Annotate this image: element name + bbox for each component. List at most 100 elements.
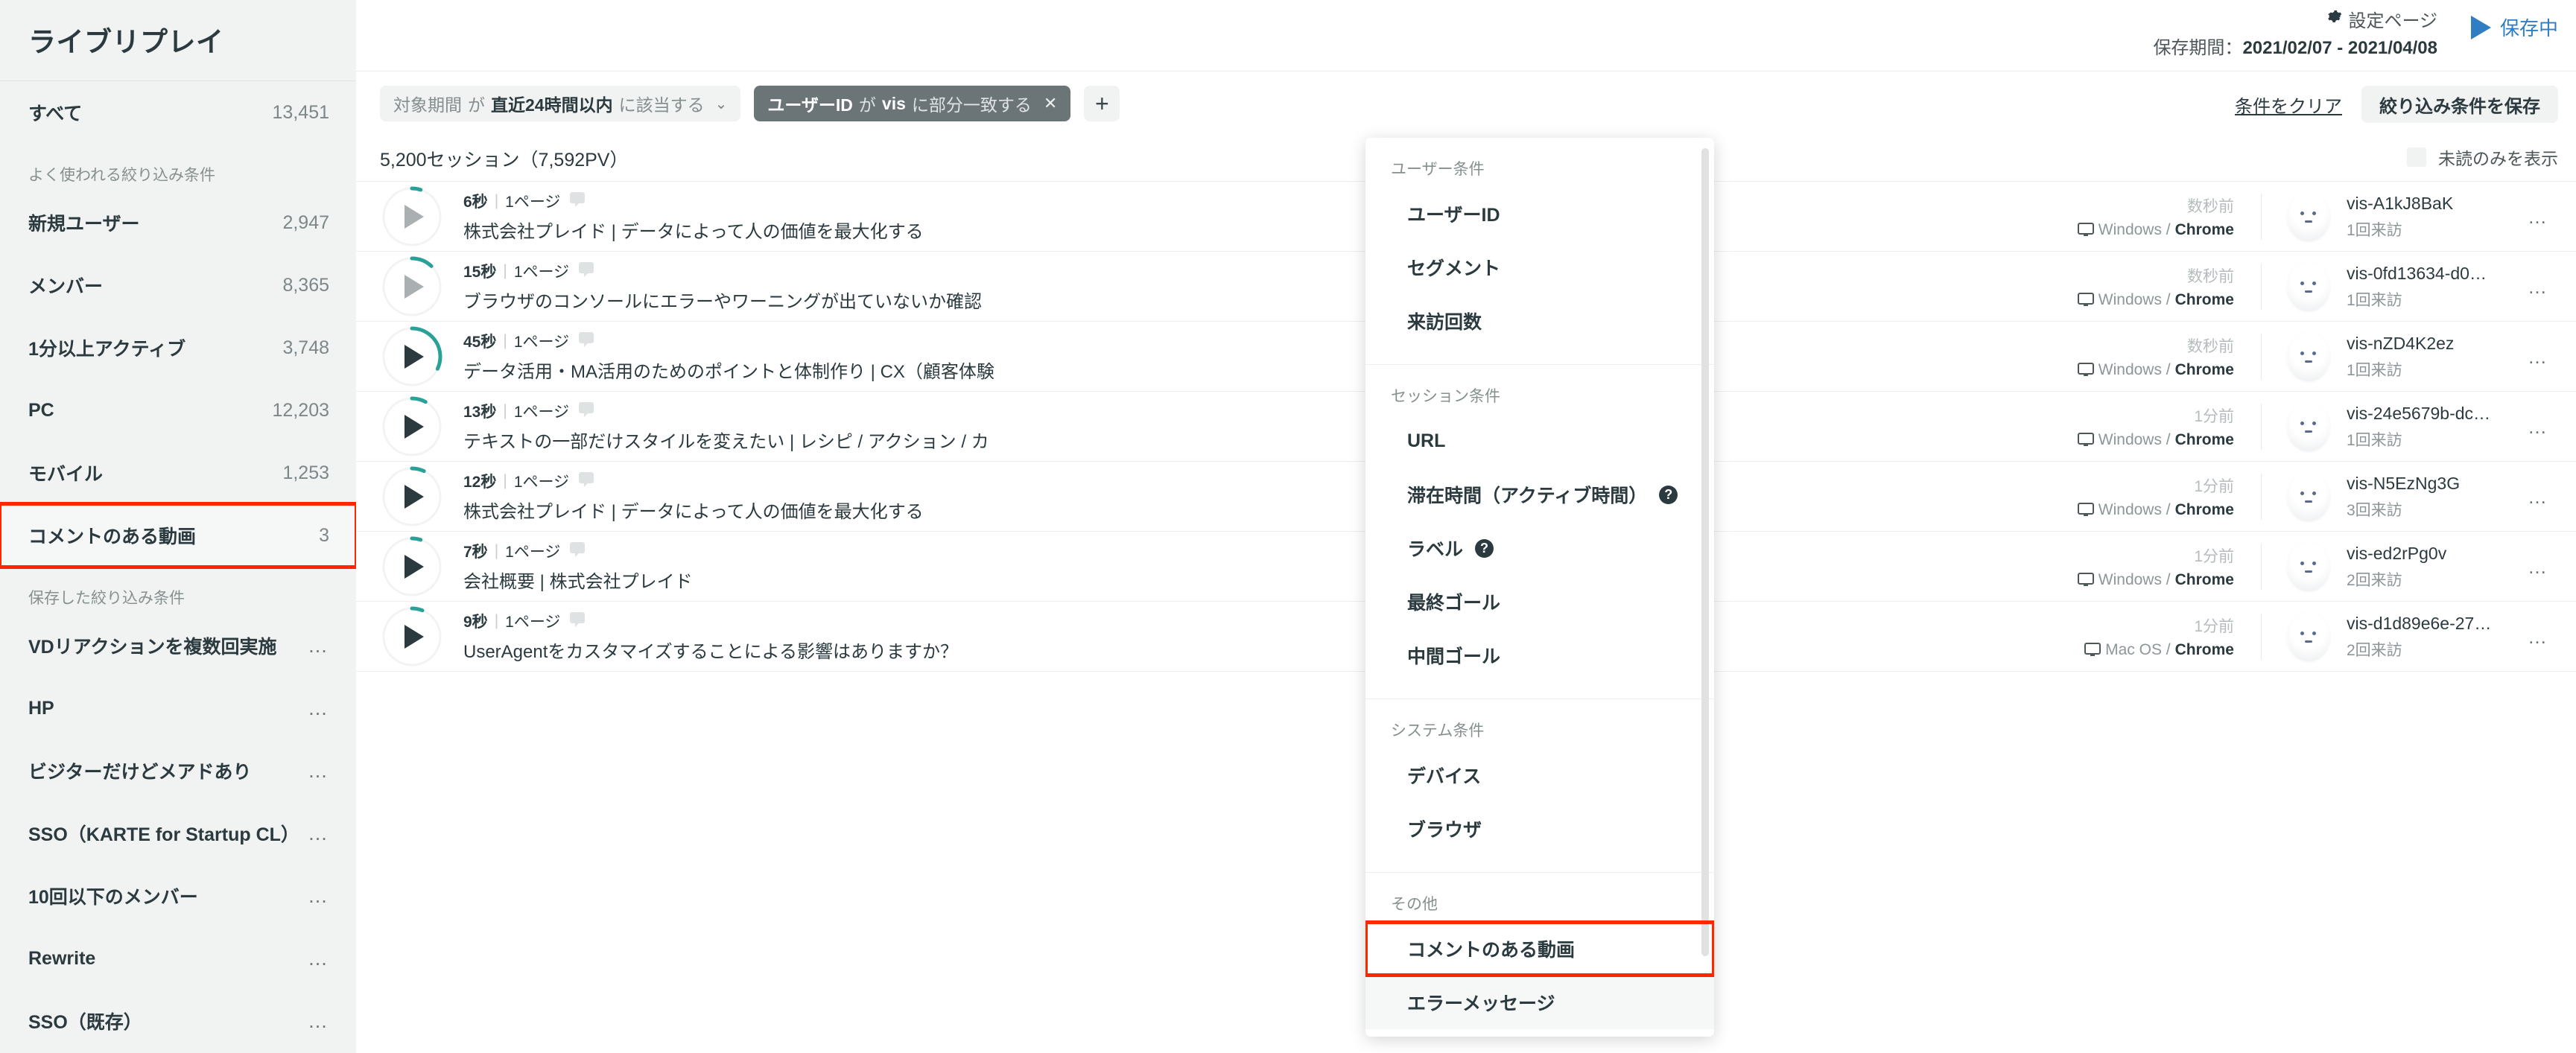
sidebar-item-label: メンバー [28,276,104,297]
row-overflow-menu-icon[interactable]: … [2518,347,2558,366]
dropdown-item-2-0[interactable]: デバイス [1365,748,1714,802]
visitor-info[interactable]: vis-24e5679b-dc… 1回来訪 [2347,404,2518,451]
dropdown-scrollbar[interactable] [1701,148,1709,956]
play-session-button[interactable] [380,605,444,669]
save-filter-button[interactable]: 絞り込み条件を保存 [2361,86,2558,123]
dropdown-item-3-0[interactable]: コメントのある動画 [1365,920,1714,977]
overflow-menu-icon[interactable]: … [308,761,329,781]
sidebar-saved-item-0[interactable]: VDリアクションを複数回実施 … [0,614,356,677]
session-os-browser: Windows / Chrome [2077,291,2234,309]
sidebar-saved-item-3[interactable]: SSO（KARTE for Startup CL）… [0,802,356,865]
avatar-mouth [2305,430,2312,433]
avatar-mouth [2305,640,2312,643]
row-overflow-menu-icon[interactable]: … [2518,557,2558,576]
close-icon[interactable]: ✕ [1044,94,1057,113]
visitor-visit-count: 1回来訪 [2347,221,2402,239]
row-overflow-menu-icon[interactable]: … [2518,207,2558,226]
visitor-info[interactable]: vis-ed2rPg0v 2回来訪 [2347,544,2518,591]
sidebar-item-5[interactable]: コメントのある動画 3 [0,502,356,569]
play-session-button[interactable] [380,535,444,599]
sidebar-saved-item-5[interactable]: Rewrite… [0,927,356,990]
row-overflow-menu-icon[interactable]: … [2518,487,2558,506]
visitor-info[interactable]: vis-nZD4K2ez 1回来訪 [2347,334,2518,381]
filter-chip-op2: に部分一致する [911,95,1032,115]
session-os: Windows / [2098,361,2171,378]
session-os-browser: Windows / Chrome [2077,361,2234,379]
overflow-menu-icon[interactable]: … [308,699,329,719]
play-session-button[interactable] [380,185,444,249]
play-session-button[interactable] [380,395,444,459]
sidebar-item-3[interactable]: PC 12,203 [0,379,356,442]
sidebar-item-4[interactable]: モバイル 1,253 [0,442,356,504]
filter-chip-userid[interactable]: ユーザーID が vis に部分一致する ✕ [754,86,1071,121]
overflow-menu-icon[interactable]: … [308,1011,329,1031]
dropdown-item-3-1[interactable]: エラーメッセージ [1365,976,1714,1029]
unread-checkbox[interactable] [2407,147,2426,167]
sidebar-saved-item-6[interactable]: SSO（既存）… [0,990,356,1052]
settings-page-link[interactable]: 設定ページ [2325,6,2437,32]
overflow-menu-icon[interactable]: … [308,886,329,906]
avatar-eye-left [2300,632,2304,635]
dropdown-item-1-4[interactable]: 中間ゴール [1365,629,1714,682]
row-overflow-menu-icon[interactable]: … [2518,627,2558,646]
overflow-menu-icon[interactable]: … [308,949,329,969]
unread-only-toggle[interactable]: 未読のみを表示 [2407,144,2558,170]
play-session-button[interactable] [380,325,444,389]
sidebar-section-common: よく使われる絞り込み条件 [28,167,215,184]
dropdown-item-label: ブラウザ [1407,820,1482,841]
visitor-info[interactable]: vis-0fd13634-d0… 1回来訪 [2347,264,2518,311]
dropdown-item-label: セグメント [1407,258,1501,279]
dropdown-item-1-1[interactable]: 滞在時間（アクティブ時間）? [1365,468,1714,521]
dropdown-item-1-0[interactable]: URL [1365,414,1714,468]
session-device: 数秒前 Windows / Chrome [2077,264,2262,310]
monitor-icon [2077,223,2094,238]
sidebar-item-label: ビジターだけどメアドあり [28,762,252,783]
visitor-info[interactable]: vis-N5EzNg3G 3回来訪 [2347,474,2518,521]
sidebar-item-2[interactable]: 1分以上アクティブ 3,748 [0,316,356,379]
visitor-visit-count: 1回来訪 [2347,431,2402,449]
clear-filters-link[interactable]: 条件をクリア [2235,92,2342,118]
filter-chip-period[interactable]: 対象期間 が 直近24時間以内 に該当する ⌄ [380,86,741,121]
sidebar-item-0[interactable]: 新規ユーザー 2,947 [0,191,356,254]
play-session-button[interactable] [380,255,444,319]
dropdown-item-label: 滞在時間（アクティブ時間） [1407,486,1648,506]
chevron-down-icon[interactable]: ⌄ [715,95,728,113]
dropdown-item-0-1[interactable]: セグメント [1365,241,1714,294]
sidebar-item-label: VDリアクションを複数回実施 [28,637,277,658]
meta-separator: | [503,402,507,419]
avatar-eye-left [2300,562,2304,565]
row-overflow-menu-icon[interactable]: … [2518,417,2558,436]
sidebar-saved-item-4[interactable]: 10回以下のメンバー… [0,865,356,927]
avatar-mouth [2305,500,2312,503]
visitor-info[interactable]: vis-d1d89e6e-27… 2回来訪 [2347,614,2518,661]
sidebar-item-1[interactable]: メンバー 8,365 [0,254,356,316]
dropdown-item-1-2[interactable]: ラベル? [1365,521,1714,575]
play-icon [405,484,424,509]
filter-chip-op1: が [468,95,485,115]
row-overflow-menu-icon[interactable]: … [2518,277,2558,296]
live-status-button[interactable]: 保存中 [2470,13,2558,41]
sidebar-item-all[interactable]: すべて 13,451 [0,81,356,144]
dropdown-item-0-2[interactable]: 来訪回数 [1365,294,1714,348]
dropdown-section-label: ユーザー条件 [1391,161,1485,178]
play-icon [2470,15,2491,39]
play-icon [405,274,424,299]
overflow-menu-icon[interactable]: … [308,636,329,656]
sidebar-saved-item-2[interactable]: ビジターだけどメアドあり … [0,739,356,802]
dropdown-item-0-0[interactable]: ユーザーID [1365,187,1714,241]
sidebar-item-label: モバイル [28,464,104,485]
play-icon [405,204,424,229]
session-browser: Chrome [2174,571,2234,588]
dropdown-item-2-1[interactable]: ブラウザ [1365,802,1714,856]
dropdown-item-1-3[interactable]: 最終ゴール [1365,575,1714,629]
help-icon[interactable]: ? [1659,485,1678,504]
session-pages: 1ページ [513,474,570,491]
overflow-menu-icon[interactable]: … [308,824,329,844]
visitor-info[interactable]: vis-A1kJ8BaK 1回来訪 [2347,194,2518,241]
session-pages: 1ページ [505,614,561,631]
add-filter-button[interactable]: + [1084,86,1120,121]
help-icon[interactable]: ? [1475,538,1494,558]
play-session-button[interactable] [380,465,444,529]
sidebar-saved-item-1[interactable]: HP… [0,677,356,739]
session-os-browser: Mac OS / Chrome [2084,641,2234,659]
